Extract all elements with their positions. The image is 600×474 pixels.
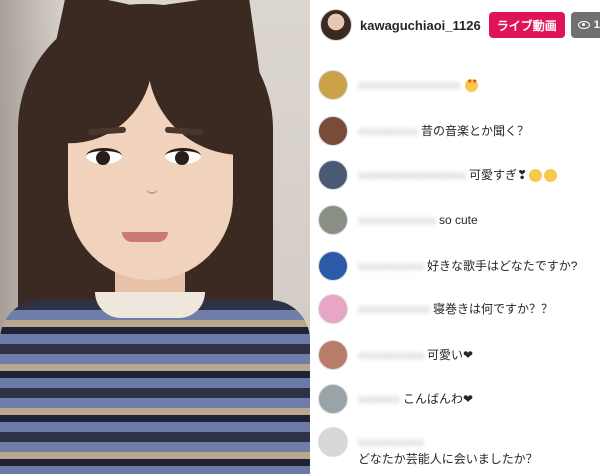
comment-item: xxxxxxxxxxxx 寝巻きは何ですか？？: [318, 294, 596, 324]
comment-item: xxxxxxxxxxxxx so cute: [318, 205, 596, 235]
comment-text: どなたか芸能人に会いましたか？: [358, 452, 538, 466]
live-header: kawaguchiaoi_1126 ライブ動画 1651: [310, 0, 600, 50]
commenter-username[interactable]: xxxxxxxxxxxxxxxxx: [358, 77, 460, 94]
live-badge: ライブ動画: [488, 12, 565, 38]
commenter-username[interactable]: xxxxxxxxxxxxx: [358, 212, 436, 229]
comment-item: xxxxxxxxxxx どなたか芸能人に会いましたか？: [318, 427, 596, 468]
comment-text: 可愛すぎ❣: [469, 168, 528, 182]
eye-icon: [577, 21, 590, 29]
comment-text: 可愛い❤: [427, 348, 474, 362]
kiss-emoji-icon: [529, 169, 543, 182]
commenter-avatar[interactable]: [318, 384, 348, 414]
commenter-username[interactable]: xxxxxxxxxxx: [358, 347, 424, 364]
viewer-count: 1651: [593, 19, 600, 31]
comment-item: xxxxxxxxxx 昔の音楽とか聞く？: [318, 116, 596, 146]
commenter-username[interactable]: xxxxxxxxxxx: [358, 258, 424, 275]
commenter-username[interactable]: xxxxxxxxxxxxxxxxxx: [358, 167, 466, 184]
commenter-avatar[interactable]: [318, 205, 348, 235]
right-eye: [165, 148, 201, 165]
comment-item: xxxxxxxxxxx 可愛い❤: [318, 340, 596, 370]
comment-text: 寝巻きは何ですか？？: [433, 302, 554, 316]
comment-text: 昔の音楽とか聞く？: [421, 124, 530, 138]
striped-shirt: [0, 300, 310, 474]
commenter-username[interactable]: xxxxxxxxxxx: [358, 434, 424, 451]
comment-text: so cute: [439, 213, 478, 227]
comment-item: xxxxxxxxxxx 好きな歌手はどなたですか?: [318, 251, 596, 281]
streamer-mouth: [122, 232, 168, 242]
commenter-username[interactable]: xxxxxxx: [358, 391, 400, 408]
commenter-avatar[interactable]: [318, 160, 348, 190]
comment-item: xxxxxxx こんばんわ❤: [318, 384, 596, 414]
left-eye: [86, 148, 122, 165]
live-video[interactable]: [0, 0, 310, 474]
viewer-count-badge: 1651: [570, 12, 600, 38]
streamer-avatar[interactable]: [320, 9, 352, 41]
commenter-avatar[interactable]: [318, 340, 348, 370]
comment-text: こんばんわ❤: [403, 392, 474, 406]
star-eyes-emoji-icon: [465, 79, 478, 92]
comment-item: xxxxxxxxxxxxxxxxx: [318, 70, 596, 100]
streamer-username[interactable]: kawaguchiaoi_1126: [360, 18, 481, 33]
commenter-username[interactable]: xxxxxxxxxx: [358, 123, 418, 140]
commenter-avatar[interactable]: [318, 294, 348, 324]
commenter-avatar[interactable]: [318, 427, 348, 457]
comment-item: xxxxxxxxxxxxxxxxxx 可愛すぎ❣: [318, 160, 596, 190]
commenter-avatar[interactable]: [318, 70, 348, 100]
commenter-avatar[interactable]: [318, 116, 348, 146]
shirt-collar: [95, 292, 205, 318]
commenter-username[interactable]: xxxxxxxxxxxx: [358, 301, 430, 318]
comment-text: 好きな歌手はどなたですか?: [427, 259, 578, 273]
hug-emoji-icon: [544, 169, 558, 182]
commenter-avatar[interactable]: [318, 251, 348, 281]
